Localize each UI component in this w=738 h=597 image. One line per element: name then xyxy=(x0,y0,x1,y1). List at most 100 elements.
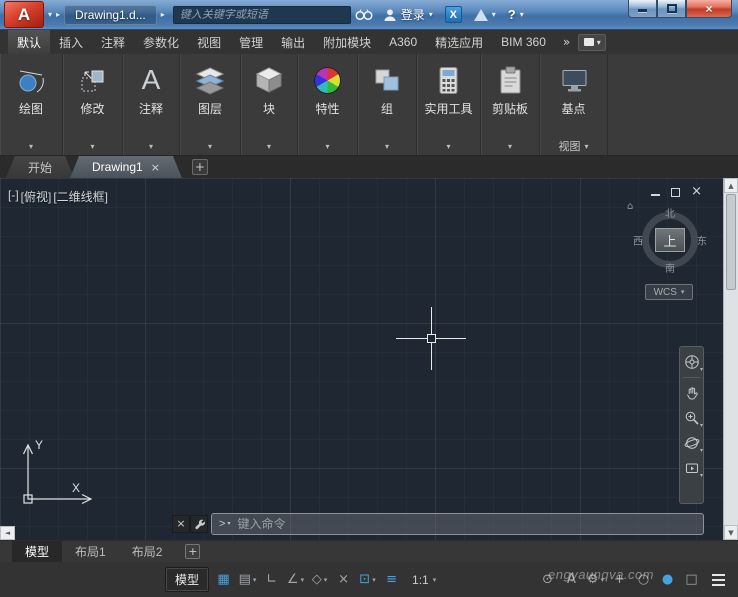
utilities-panel-button[interactable]: 实用工具 xyxy=(424,59,473,116)
show-motion-button[interactable]: ▾ xyxy=(682,457,703,479)
scrollbar-track[interactable] xyxy=(724,291,738,525)
annotation-scale-button[interactable]: 1:1 ▾ xyxy=(412,573,436,587)
ribbon-tab-default[interactable]: 默认 xyxy=(8,30,51,54)
layers-panel-expander[interactable]: ▾ xyxy=(180,137,240,155)
help-icon[interactable]: ? xyxy=(508,7,516,22)
ribbon-tab-insert[interactable]: 插入 xyxy=(50,30,92,54)
ribbon-tab-output[interactable]: 输出 xyxy=(272,30,314,54)
search-input[interactable] xyxy=(179,8,344,21)
auto-scale-icon[interactable]: A xyxy=(562,569,581,590)
modify-panel-expander[interactable]: ▾ xyxy=(63,137,122,155)
ribbon-tab-view[interactable]: 视图 xyxy=(188,30,230,54)
block-panel-button[interactable]: 块 xyxy=(254,59,284,116)
ribbon-tab-manage[interactable]: 管理 xyxy=(230,30,272,54)
isometric-drafting-icon[interactable]: ◇ ▾ xyxy=(310,569,329,590)
annotation-monitor-icon[interactable]: + xyxy=(610,569,629,590)
scrollbar-thumb[interactable] xyxy=(726,194,736,290)
clipboard-panel-expander[interactable]: ▾ xyxy=(481,137,539,155)
recent-commands-icon[interactable]: > ▾ xyxy=(219,518,230,530)
annotation-panel-button[interactable]: A 注释 xyxy=(139,59,163,117)
workspace-gear-icon[interactable]: ⚙ ▾ xyxy=(586,569,605,590)
annotation-visibility-icon[interactable]: ⊙ xyxy=(538,569,557,590)
wcs-dropdown[interactable]: WCS ▾ xyxy=(645,284,693,300)
chevron-down-icon[interactable]: ▾ xyxy=(372,576,376,584)
app-menu-arrow-icon[interactable]: ▾ xyxy=(48,10,52,19)
scroll-up-button[interactable]: ▲ xyxy=(724,178,738,193)
a360-arrow-icon[interactable]: ▾ xyxy=(492,10,496,19)
drawing-close-icon[interactable]: × xyxy=(691,185,702,198)
home-icon[interactable]: ⌂ xyxy=(627,201,633,212)
zoom-button[interactable]: ▾ xyxy=(682,407,703,429)
drawing-canvas[interactable]: [-] [俯视] [二维线框] × ⌂ 北 南 西 东 上 WCS ▾ ▾ ▾ … xyxy=(0,178,738,540)
new-drawing-button[interactable]: + xyxy=(191,159,208,175)
maximize-button[interactable] xyxy=(657,0,686,18)
layers-panel-button[interactable]: 图层 xyxy=(194,59,226,116)
compass-north-label[interactable]: 北 xyxy=(665,205,675,220)
graphics-performance-icon[interactable]: ● xyxy=(658,569,677,590)
grid-icon[interactable]: ▦ xyxy=(214,569,233,590)
application-menu-button[interactable]: A xyxy=(4,1,44,28)
lineweight-icon[interactable]: ≡ xyxy=(382,569,401,590)
drawing-minimize-icon[interactable] xyxy=(651,194,661,196)
pan-button[interactable] xyxy=(682,382,701,404)
file-tab-drawing1[interactable]: Drawing1 × xyxy=(70,156,182,178)
new-layout-button[interactable]: + xyxy=(185,544,201,559)
compass-east-label[interactable]: 东 xyxy=(697,233,707,248)
view-cube-top-face[interactable]: 上 xyxy=(655,228,685,252)
object-snap-icon[interactable]: ⊡ ▾ xyxy=(358,569,377,590)
base-view-button[interactable]: 基点 xyxy=(559,59,589,116)
view-panel-expander[interactable]: 视图 ▾ xyxy=(540,137,607,155)
ribbon-tab-annotate[interactable]: 注释 xyxy=(92,30,134,54)
quick-access-customize-icon[interactable]: ▸ xyxy=(161,10,165,19)
quick-access-arrow-icon[interactable]: ▸ xyxy=(56,10,60,19)
model-space-button[interactable]: 模型 xyxy=(165,567,210,592)
command-close-icon[interactable]: × xyxy=(172,514,190,533)
isolate-objects-icon[interactable]: ○ xyxy=(634,569,653,590)
block-panel-expander[interactable]: ▾ xyxy=(241,137,297,155)
modify-panel-button[interactable]: 修改 xyxy=(78,59,108,116)
draw-panel-button[interactable]: 绘图 xyxy=(16,59,46,116)
file-tab-start[interactable]: 开始 xyxy=(6,156,74,178)
annotation-panel-expander[interactable]: ▾ xyxy=(123,137,179,155)
draw-panel-expander[interactable]: ▾ xyxy=(0,137,62,155)
close-button[interactable]: × xyxy=(686,0,732,18)
command-input-area[interactable]: > ▾ xyxy=(211,512,704,535)
chevron-down-icon[interactable]: ▾ xyxy=(301,576,305,584)
close-tab-icon[interactable]: × xyxy=(151,161,160,174)
ribbon-tab-a360[interactable]: A360 xyxy=(380,30,426,54)
exchange-apps-icon[interactable]: X xyxy=(444,6,462,23)
polar-tracking-icon[interactable]: ∠ ▾ xyxy=(286,569,305,590)
minimize-button[interactable] xyxy=(628,0,657,18)
groups-panel-expander[interactable]: ▾ xyxy=(358,137,416,155)
sign-in-button[interactable]: 登录 ▾ xyxy=(383,6,433,23)
ribbon-tab-parametric[interactable]: 参数化 xyxy=(134,30,188,54)
chevron-down-icon[interactable]: ▾ xyxy=(601,576,605,584)
tab-overflow-icon[interactable]: » xyxy=(563,35,570,49)
ucs-icon[interactable]: Y X xyxy=(8,430,104,510)
layout-tab-layout2[interactable]: 布局2 xyxy=(119,541,176,562)
view-cube[interactable]: ⌂ 北 南 西 东 上 xyxy=(627,201,707,275)
viewport-menu-button[interactable]: [-] xyxy=(8,188,19,205)
clipboard-panel-button[interactable]: 剪贴板 xyxy=(492,59,528,116)
layout-tab-model[interactable]: 模型 xyxy=(12,541,63,562)
help-search-field[interactable] xyxy=(172,5,351,24)
orbit-button[interactable]: ▾ xyxy=(682,432,703,454)
ribbon-tab-bim360[interactable]: BIM 360 xyxy=(492,30,555,54)
customize-menu-button[interactable] xyxy=(706,569,730,591)
a360-icon[interactable] xyxy=(473,8,488,21)
ribbon-tab-featured-apps[interactable]: 精选应用 xyxy=(426,30,492,54)
drawing-restore-icon[interactable] xyxy=(671,188,681,197)
navigation-wheel-button[interactable]: ▾ xyxy=(682,351,703,373)
chevron-down-icon[interactable]: ▾ xyxy=(253,576,257,584)
command-customize-icon[interactable] xyxy=(190,514,208,533)
ortho-icon[interactable]: ∟ xyxy=(262,569,281,590)
object-snap-tracking-icon[interactable]: × xyxy=(334,569,353,590)
compass-south-label[interactable]: 南 xyxy=(665,260,675,275)
ribbon-tab-addins[interactable]: 附加模块 xyxy=(314,30,380,54)
scroll-down-button[interactable]: ▼ xyxy=(724,525,738,540)
clean-screen-icon[interactable]: □ xyxy=(682,569,701,590)
horizontal-scroll-left-button[interactable]: ◄ xyxy=(0,526,15,540)
chevron-down-icon[interactable]: ▾ xyxy=(324,576,328,584)
groups-panel-button[interactable]: 组 xyxy=(372,59,402,116)
compass-west-label[interactable]: 西 xyxy=(633,233,643,248)
